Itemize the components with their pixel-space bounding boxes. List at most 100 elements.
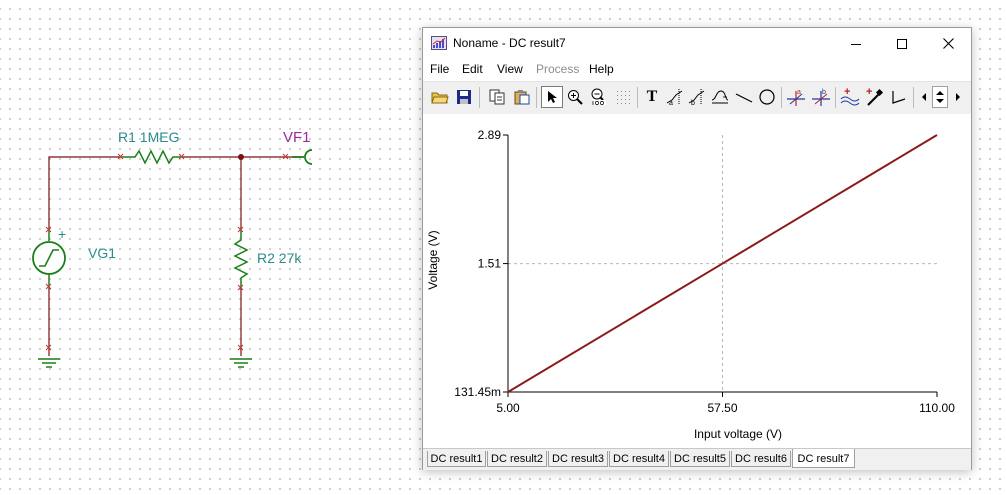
dc-result-window[interactable]: Noname - DC result7 File Edit View Proce… bbox=[422, 27, 972, 470]
x-tick-label: 5.00 bbox=[496, 401, 520, 415]
svg-text:a: a bbox=[797, 89, 801, 96]
open-button[interactable] bbox=[429, 86, 451, 108]
zoom-100-icon bbox=[591, 88, 606, 105]
menu-file[interactable]: File bbox=[430, 62, 449, 76]
plot-area[interactable]: 131.45m 1.51 2.89 5.00 57.50 110.00 Voltage (… bbox=[423, 114, 971, 448]
scroll-right-button[interactable] bbox=[951, 86, 965, 108]
tab-dc-result1[interactable]: DC result1 bbox=[427, 451, 486, 467]
zoom-100-tool[interactable] bbox=[588, 86, 610, 108]
tab-dc-result6[interactable]: DC result6 bbox=[731, 451, 791, 467]
marker-a-icon: a bbox=[787, 89, 805, 106]
maximize-icon bbox=[897, 38, 907, 49]
copy-button[interactable] bbox=[486, 86, 508, 108]
menu-help[interactable]: Help bbox=[589, 62, 614, 76]
svg-text:+: + bbox=[866, 87, 872, 98]
close-icon bbox=[942, 38, 954, 49]
vg1-label: VG1 bbox=[88, 245, 116, 261]
marker-a-tool[interactable]: a bbox=[785, 86, 807, 108]
paste-icon bbox=[514, 90, 530, 105]
y-tick-label: 2.89 bbox=[478, 128, 502, 142]
x-tick-label: 57.50 bbox=[707, 401, 737, 415]
curve-tool[interactable] bbox=[709, 86, 731, 108]
resistor-r2[interactable] bbox=[233, 230, 249, 288]
angle-tool[interactable] bbox=[888, 86, 910, 108]
ground-left-icon bbox=[38, 358, 60, 368]
result-tab-bar: DC result1 DC result2 DC result3 DC resu… bbox=[423, 448, 971, 470]
cursor-a-icon: a bbox=[666, 89, 683, 106]
window-title: Noname - DC result7 bbox=[453, 36, 566, 50]
menu-process[interactable]: Process bbox=[536, 62, 579, 76]
cursor-b-icon: b bbox=[688, 89, 705, 106]
tab-dc-result5[interactable]: DC result5 bbox=[670, 451, 730, 467]
y-axis-title: Voltage (V) bbox=[426, 230, 440, 289]
grid-tool[interactable] bbox=[612, 86, 634, 108]
ground-right-icon bbox=[230, 358, 252, 368]
zoom-in-icon bbox=[568, 90, 583, 105]
x-axis-title: Input voltage (V) bbox=[694, 427, 782, 441]
svg-text:b: b bbox=[822, 89, 826, 96]
x-tick-label: 110.00 bbox=[919, 401, 955, 415]
scroll-left-icon bbox=[922, 93, 926, 101]
y-tick-label: 1.51 bbox=[478, 257, 502, 271]
marker-b-tool[interactable]: b bbox=[810, 86, 832, 108]
junction-dot bbox=[238, 154, 244, 160]
resistor-r1[interactable] bbox=[122, 149, 181, 165]
schematic-canvas[interactable]: + R1 1MEG R2 27k VG1 VF1 bbox=[0, 0, 420, 495]
curve-icon bbox=[711, 90, 729, 104]
copy-icon bbox=[489, 89, 505, 105]
r2-label: R2 27k bbox=[257, 250, 302, 266]
svg-text:a: a bbox=[669, 100, 673, 106]
grid-icon bbox=[617, 91, 630, 104]
angle-icon bbox=[892, 91, 906, 104]
text-tool[interactable]: T bbox=[641, 86, 663, 108]
svg-text:b: b bbox=[691, 100, 695, 106]
probe-tool[interactable]: + bbox=[863, 86, 885, 108]
zoom-in-tool[interactable] bbox=[564, 86, 586, 108]
line-icon bbox=[735, 93, 753, 103]
open-folder-icon bbox=[431, 92, 449, 104]
axis-ticks: 131.45m 1.51 2.89 5.00 57.50 110.00 bbox=[454, 128, 955, 415]
tab-dc-result7[interactable]: DC result7 bbox=[792, 449, 855, 468]
save-icon bbox=[457, 90, 471, 104]
marker-b-icon: b bbox=[812, 89, 830, 106]
circle-tool[interactable] bbox=[756, 86, 778, 108]
pointer-tool[interactable] bbox=[541, 86, 563, 108]
dc-result-chart[interactable]: 131.45m 1.51 2.89 5.00 57.50 110.00 Voltage (… bbox=[423, 114, 971, 448]
scroll-right-icon bbox=[956, 93, 960, 101]
vf1-label: VF1 bbox=[283, 129, 311, 146]
menu-edit[interactable]: Edit bbox=[462, 62, 483, 76]
minimize-button[interactable] bbox=[833, 28, 879, 59]
waves-tool[interactable]: + bbox=[839, 86, 861, 108]
svg-text:+: + bbox=[844, 87, 850, 98]
save-button[interactable] bbox=[453, 86, 475, 108]
pin-markers bbox=[45, 153, 289, 351]
output-vf1[interactable] bbox=[292, 149, 313, 165]
tab-dc-result2[interactable]: DC result2 bbox=[487, 451, 547, 467]
window-titlebar[interactable]: Noname - DC result7 bbox=[423, 28, 971, 59]
maximize-button[interactable] bbox=[879, 28, 925, 59]
menu-bar: File Edit View Process Help bbox=[423, 59, 971, 79]
waves-icon: + bbox=[840, 87, 860, 106]
menu-view[interactable]: View bbox=[497, 62, 523, 76]
line-tool[interactable] bbox=[733, 86, 755, 108]
scroll-left-button[interactable] bbox=[917, 86, 931, 108]
paste-button[interactable] bbox=[511, 86, 533, 108]
close-button[interactable] bbox=[925, 28, 971, 59]
scroll-updown-icon bbox=[936, 91, 944, 103]
wire-top-left bbox=[48, 156, 122, 230]
scroll-updown-button[interactable] bbox=[932, 86, 948, 108]
cursor-b-tool[interactable]: b bbox=[686, 86, 708, 108]
toolbar: T a b a b + + bbox=[423, 81, 971, 115]
vg1-polarity-label: + bbox=[58, 226, 66, 242]
text-icon: T bbox=[646, 88, 658, 105]
cursor-a-tool[interactable]: a bbox=[664, 86, 686, 108]
y-tick-label: 131.45m bbox=[454, 385, 501, 399]
pointer-icon bbox=[548, 91, 557, 103]
tab-dc-result3[interactable]: DC result3 bbox=[548, 451, 608, 467]
minimize-icon bbox=[851, 43, 861, 45]
probe-icon: + bbox=[866, 87, 884, 106]
circle-icon bbox=[759, 89, 775, 105]
tab-dc-result4[interactable]: DC result4 bbox=[609, 451, 669, 467]
app-icon bbox=[431, 36, 447, 55]
r1-label: R1 1MEG bbox=[118, 129, 179, 145]
